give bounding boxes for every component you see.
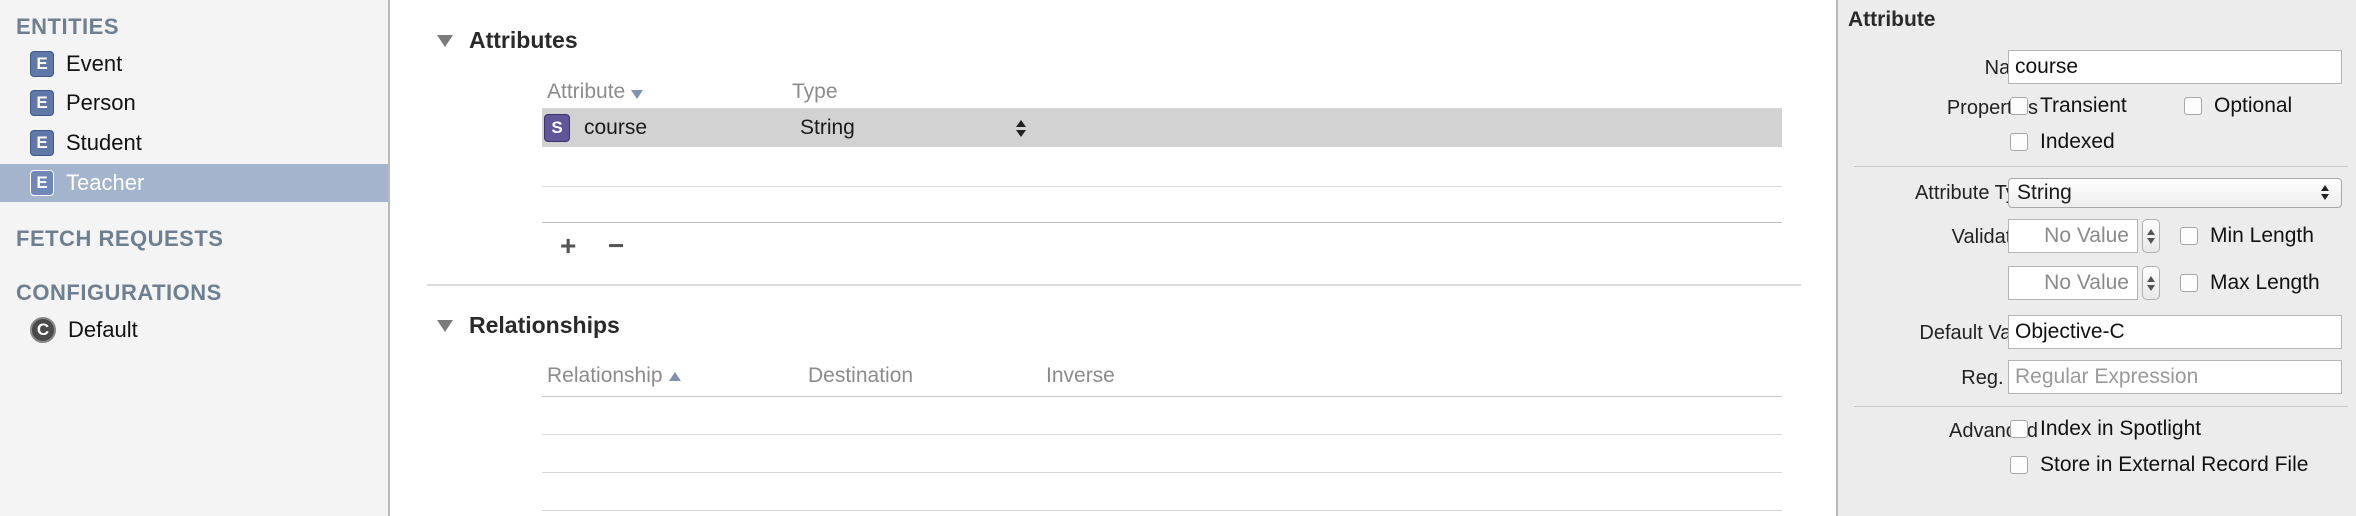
column-header-attribute[interactable]: Attribute bbox=[547, 80, 644, 104]
entity-sidebar: ENTITIES E Event E Person E Student E Te… bbox=[0, 0, 390, 516]
default-value-field[interactable]: Objective-C bbox=[2008, 315, 2342, 349]
inspector-divider bbox=[1854, 406, 2348, 407]
disclosure-triangle-icon[interactable] bbox=[437, 34, 453, 47]
attribute-type-value: String bbox=[2017, 181, 2072, 204]
sidebar-item-label: Student bbox=[66, 130, 142, 155]
string-type-icon: S bbox=[544, 114, 570, 142]
add-attribute-button[interactable]: + bbox=[560, 230, 576, 262]
checkbox-box[interactable] bbox=[2010, 97, 2028, 115]
sidebar-item-person[interactable]: E Person bbox=[0, 84, 388, 122]
configurations-header: CONFIGURATIONS bbox=[16, 280, 222, 305]
min-length-stepper[interactable] bbox=[2142, 219, 2160, 253]
min-length-checkbox[interactable]: Min Length bbox=[2180, 224, 2314, 248]
max-length-stepper[interactable] bbox=[2142, 266, 2160, 300]
attributes-title: Attributes bbox=[469, 27, 578, 53]
entity-editor: Attributes Attribute Type S course Strin… bbox=[392, 0, 1836, 516]
checkbox-box[interactable] bbox=[2184, 97, 2202, 115]
fetch-requests-header: FETCH REQUESTS bbox=[16, 226, 224, 251]
attribute-name[interactable]: course bbox=[584, 116, 800, 140]
sidebar-item-default-configuration[interactable]: C Default bbox=[0, 311, 388, 349]
type-popup-arrows-icon[interactable] bbox=[1016, 120, 1026, 137]
indexed-checkbox[interactable]: Indexed bbox=[2010, 130, 2115, 154]
table-bottom-border bbox=[542, 222, 1782, 223]
entity-icon: E bbox=[30, 90, 54, 116]
regex-field[interactable]: Regular Expression bbox=[2008, 360, 2342, 394]
column-header-inverse[interactable]: Inverse bbox=[1046, 364, 1115, 388]
sidebar-item-label: Person bbox=[66, 90, 136, 115]
max-length-field[interactable]: No Value bbox=[2008, 266, 2138, 300]
column-header-relationship[interactable]: Relationship bbox=[547, 364, 681, 388]
checkbox-box[interactable] bbox=[2180, 227, 2198, 245]
entities-header: ENTITIES bbox=[16, 14, 120, 39]
attribute-type-value[interactable]: String bbox=[800, 116, 855, 140]
popup-arrows-icon bbox=[2321, 185, 2329, 200]
column-header-destination[interactable]: Destination bbox=[808, 364, 913, 388]
sidebar-item-student[interactable]: E Student bbox=[0, 124, 388, 162]
table-row-divider bbox=[542, 472, 1782, 473]
inspector-divider bbox=[1854, 166, 2348, 167]
entity-icon: E bbox=[30, 51, 54, 77]
sort-descending-icon bbox=[631, 89, 644, 99]
checkbox-box[interactable] bbox=[2010, 420, 2028, 438]
sidebar-item-label: Event bbox=[66, 51, 123, 76]
table-row[interactable]: S course String bbox=[542, 109, 1782, 147]
sidebar-item-event[interactable]: E Event bbox=[0, 45, 388, 83]
group-divider bbox=[427, 284, 1801, 286]
configuration-icon: C bbox=[30, 317, 56, 343]
entity-icon: E bbox=[30, 130, 54, 156]
sidebar-item-label: Teacher bbox=[66, 170, 145, 195]
checkbox-box[interactable] bbox=[2180, 274, 2198, 292]
entity-icon: E bbox=[30, 170, 54, 196]
attribute-type-popup[interactable]: String bbox=[2008, 178, 2342, 208]
attribute-inspector: Attribute Name course Properties Transie… bbox=[1836, 0, 2356, 516]
table-row-divider bbox=[542, 510, 1782, 511]
sidebar-item-label: Default bbox=[68, 317, 138, 342]
properties-label: Properties bbox=[1946, 97, 2038, 119]
optional-checkbox[interactable]: Optional bbox=[2184, 94, 2292, 118]
min-length-field[interactable]: No Value bbox=[2008, 219, 2138, 253]
table-header-divider bbox=[542, 396, 1782, 397]
table-row-divider bbox=[542, 434, 1782, 435]
sort-ascending-icon bbox=[668, 371, 681, 381]
attributes-disclosure[interactable]: Attributes bbox=[437, 27, 578, 54]
remove-attribute-button[interactable]: − bbox=[608, 230, 624, 262]
name-field[interactable]: course bbox=[2008, 50, 2342, 84]
relationships-disclosure[interactable]: Relationships bbox=[437, 312, 620, 339]
table-row-divider bbox=[542, 186, 1782, 187]
checkbox-box[interactable] bbox=[2010, 456, 2028, 474]
relationships-title: Relationships bbox=[469, 312, 620, 338]
max-length-checkbox[interactable]: Max Length bbox=[2180, 271, 2320, 295]
index-in-spotlight-checkbox[interactable]: Index in Spotlight bbox=[2010, 417, 2201, 441]
store-external-record-checkbox[interactable]: Store in External Record File bbox=[2010, 453, 2308, 477]
transient-checkbox[interactable]: Transient bbox=[2010, 94, 2127, 118]
sidebar-item-teacher[interactable]: E Teacher bbox=[0, 164, 388, 202]
checkbox-box[interactable] bbox=[2010, 133, 2028, 151]
inspector-title: Attribute bbox=[1848, 8, 1936, 31]
advanced-label: Advanced bbox=[1949, 420, 2038, 442]
column-header-type[interactable]: Type bbox=[792, 80, 838, 104]
disclosure-triangle-icon[interactable] bbox=[437, 319, 453, 332]
